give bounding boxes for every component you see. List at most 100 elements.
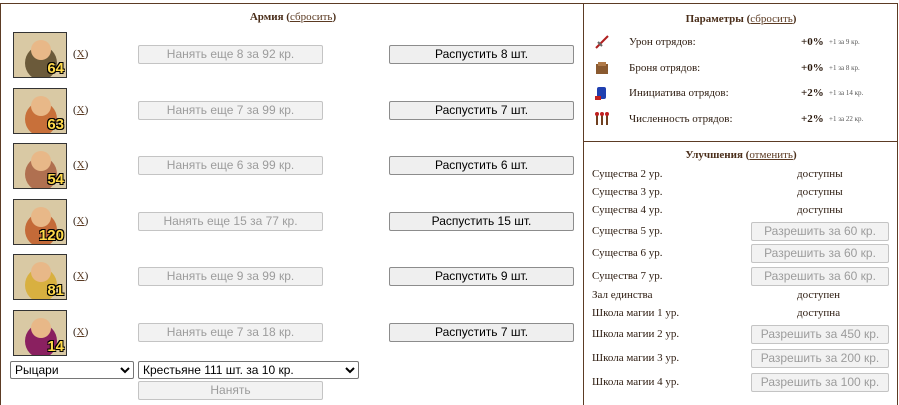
param-value: +2% bbox=[801, 113, 824, 125]
upgrade-enable-button[interactable]: Разрешить за 60 кр. bbox=[751, 244, 889, 263]
upgrade-status: доступны bbox=[797, 168, 843, 180]
hire-more-button[interactable]: Нанять еще 9 за 99 кр. bbox=[138, 267, 323, 286]
unit-remove-link[interactable]: X bbox=[77, 270, 85, 282]
unit-portrait: 120 bbox=[13, 199, 67, 245]
unit-type-select[interactable]: Крестьяне 111 шт. за 10 кр. bbox=[138, 361, 359, 379]
unit-remove-link-wrap: (X) bbox=[73, 48, 89, 60]
param-name: Инициатива отрядов: bbox=[629, 87, 729, 99]
right-panel: Параметры (сбросить) Урон отрядов: +0% +… bbox=[584, 3, 898, 405]
army-title: Армия (сбросить) bbox=[249, 11, 337, 23]
troops-icon bbox=[593, 110, 611, 128]
upgrade-name: Существа 2 ур. bbox=[592, 168, 663, 180]
upgrade-status: доступен bbox=[797, 289, 841, 301]
creature-head-icon bbox=[31, 40, 51, 60]
creature-head-icon bbox=[31, 207, 51, 227]
param-row: Броня отрядов: +0% +1 за 8 кр. bbox=[584, 57, 898, 81]
dismiss-button[interactable]: Распустить 15 шт. bbox=[389, 212, 574, 231]
upgrade-enable-button[interactable]: Разрешить за 60 кр. bbox=[751, 267, 889, 286]
param-value: +2% bbox=[801, 87, 824, 99]
unit-count: 64 bbox=[47, 60, 64, 77]
upgrade-enable-button[interactable]: Разрешить за 60 кр. bbox=[751, 222, 889, 241]
hire-button[interactable]: Нанять bbox=[138, 381, 323, 400]
upgrade-name: Существа 3 ур. bbox=[592, 186, 663, 198]
unit-row: 120 (X) Нанять еще 15 за 77 кр. Распусти… bbox=[1, 199, 585, 247]
unit-remove-link-wrap: (X) bbox=[73, 159, 89, 171]
hire-more-button[interactable]: Нанять еще 8 за 92 кр. bbox=[138, 45, 323, 64]
unit-remove-link-wrap: (X) bbox=[73, 326, 89, 338]
creature-head-icon bbox=[31, 262, 51, 282]
upgrade-name: Существа 7 ур. bbox=[592, 270, 663, 282]
upgrades-cancel-link[interactable]: отменить bbox=[749, 149, 793, 161]
upgrade-name: Школа магии 4 ур. bbox=[592, 376, 680, 388]
hire-more-button[interactable]: Нанять еще 7 за 99 кр. bbox=[138, 101, 323, 120]
upgrade-enable-button[interactable]: Разрешить за 200 кр. bbox=[751, 349, 889, 368]
upgrade-name: Школа магии 3 ур. bbox=[592, 352, 680, 364]
hire-more-button[interactable]: Нанять еще 7 за 18 кр. bbox=[138, 323, 323, 342]
unit-row: 14 (X) Нанять еще 7 за 18 кр. Распустить… bbox=[1, 310, 585, 358]
upgrade-status: доступна bbox=[797, 307, 841, 319]
upgrade-name: Школа магии 2 ур. bbox=[592, 328, 680, 340]
dismiss-button[interactable]: Распустить 7 шт. bbox=[389, 323, 574, 342]
hire-more-button[interactable]: Нанять еще 6 за 99 кр. bbox=[138, 156, 323, 175]
unit-count: 63 bbox=[47, 116, 64, 133]
unit-remove-link[interactable]: X bbox=[77, 215, 85, 227]
creature-head-icon bbox=[31, 318, 51, 338]
unit-row: 64 (X) Нанять еще 8 за 92 кр. Распустить… bbox=[1, 32, 585, 80]
params-reset-link[interactable]: сбросить bbox=[750, 13, 792, 25]
unit-remove-link[interactable]: X bbox=[77, 104, 85, 116]
upgrade-name: Существа 6 ур. bbox=[592, 247, 663, 259]
dismiss-button[interactable]: Распустить 7 шт. bbox=[389, 101, 574, 120]
param-name: Урон отрядов: bbox=[629, 36, 696, 48]
upgrade-name: Школа магии 1 ур. bbox=[592, 307, 680, 319]
army-panel: Армия (сбросить) 64 (X) Нанять еще 8 за … bbox=[0, 3, 584, 405]
upgrades-title: Улучшения (отменить) bbox=[685, 149, 797, 161]
unit-remove-link[interactable]: X bbox=[77, 48, 85, 60]
unit-remove-link-wrap: (X) bbox=[73, 104, 89, 116]
param-row: Численность отрядов: +2% +1 за 22 кр. bbox=[584, 108, 898, 132]
unit-portrait: 64 bbox=[13, 32, 67, 78]
param-value: +0% bbox=[801, 36, 824, 48]
unit-row: 54 (X) Нанять еще 6 за 99 кр. Распустить… bbox=[1, 143, 585, 191]
unit-remove-link[interactable]: X bbox=[77, 159, 85, 171]
armor-icon bbox=[593, 59, 611, 77]
unit-portrait: 81 bbox=[13, 254, 67, 300]
param-upgrade-cost: +1 за 22 кр. bbox=[829, 115, 864, 123]
unit-count: 14 bbox=[47, 338, 64, 355]
unit-portrait: 14 bbox=[13, 310, 67, 356]
param-name: Броня отрядов: bbox=[629, 62, 701, 74]
param-upgrade-cost: +1 за 14 кр. bbox=[829, 89, 864, 97]
unit-count: 120 bbox=[38, 227, 64, 244]
hire-more-button[interactable]: Нанять еще 15 за 77 кр. bbox=[138, 212, 323, 231]
sword-icon bbox=[593, 33, 611, 51]
faction-select[interactable]: Рыцари bbox=[10, 361, 134, 379]
panel-divider bbox=[584, 141, 898, 142]
creature-head-icon bbox=[31, 96, 51, 116]
unit-count: 81 bbox=[47, 282, 64, 299]
upgrade-status: доступны bbox=[797, 204, 843, 216]
unit-portrait: 54 bbox=[13, 143, 67, 189]
initiative-icon bbox=[593, 84, 611, 102]
unit-count: 54 bbox=[47, 171, 64, 188]
params-title: Параметры (сбросить) bbox=[685, 13, 797, 25]
unit-remove-link-wrap: (X) bbox=[73, 215, 89, 227]
param-upgrade-cost: +1 за 8 кр. bbox=[829, 64, 860, 72]
army-setup-page: Армия (сбросить) 64 (X) Нанять еще 8 за … bbox=[0, 0, 899, 405]
dismiss-button[interactable]: Распустить 8 шт. bbox=[389, 45, 574, 64]
army-title-text: Армия bbox=[249, 11, 284, 23]
param-row: Инициатива отрядов: +2% +1 за 14 кр. bbox=[584, 82, 898, 106]
param-name: Численность отрядов: bbox=[629, 113, 733, 125]
params-title-text: Параметры bbox=[685, 13, 744, 25]
unit-remove-link[interactable]: X bbox=[77, 326, 85, 338]
upgrade-enable-button[interactable]: Разрешить за 450 кр. bbox=[751, 325, 889, 344]
dismiss-button[interactable]: Распустить 6 шт. bbox=[389, 156, 574, 175]
upgrade-status: доступны bbox=[797, 186, 843, 198]
upgrade-enable-button[interactable]: Разрешить за 100 кр. bbox=[751, 373, 889, 392]
upgrade-name: Зал единства bbox=[592, 289, 653, 301]
unit-row: 63 (X) Нанять еще 7 за 99 кр. Распустить… bbox=[1, 88, 585, 136]
param-upgrade-cost: +1 за 9 кр. bbox=[829, 38, 860, 46]
param-value: +0% bbox=[801, 62, 824, 74]
unit-row: 81 (X) Нанять еще 9 за 99 кр. Распустить… bbox=[1, 254, 585, 302]
dismiss-button[interactable]: Распустить 9 шт. bbox=[389, 267, 574, 286]
unit-portrait: 63 bbox=[13, 88, 67, 134]
army-reset-link[interactable]: сбросить bbox=[290, 11, 332, 23]
